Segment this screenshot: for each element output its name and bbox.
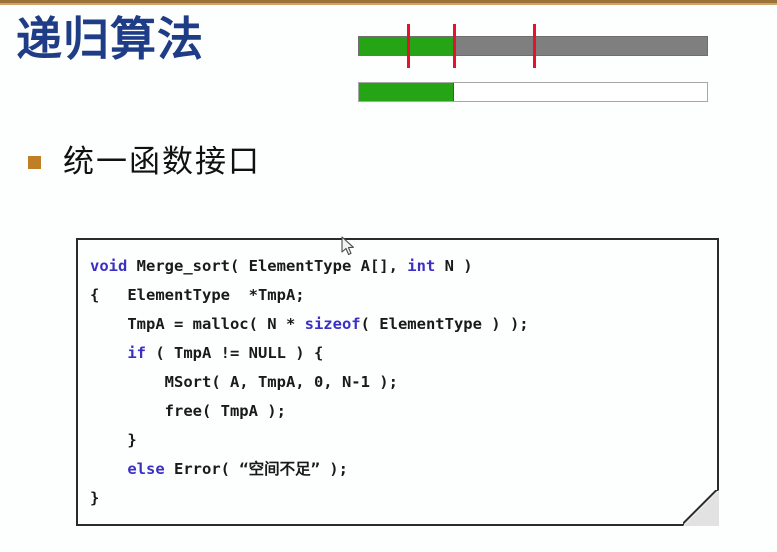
- code-keyword: void: [90, 257, 128, 275]
- page-fold-corner-icon: [683, 490, 719, 526]
- bullet-heading-label: 统一函数接口: [63, 144, 261, 180]
- tick-mark-3: [533, 24, 536, 68]
- code-block: void Merge_sort( ElementType A[], int N …: [90, 252, 529, 513]
- code-panel-border-right: [717, 238, 719, 491]
- progress-bar-graphic: [358, 24, 708, 104]
- code-line: if ( TmpA != NULL ) {: [90, 339, 529, 368]
- code-text-run: MSort( A, TmpA, 0, N-1 );: [164, 373, 398, 391]
- top-decorative-rule: [0, 0, 777, 6]
- code-line: void Merge_sort( ElementType A[], int N …: [90, 252, 529, 281]
- code-panel-border-left: [76, 238, 78, 526]
- tick-mark-1: [407, 24, 410, 68]
- code-keyword: else: [127, 460, 165, 478]
- code-text-run: { ElementType *TmpA;: [90, 286, 305, 304]
- code-text-run: Error( “空间不足” );: [164, 460, 348, 478]
- code-text-run: ( ElementType ) );: [360, 315, 529, 333]
- code-line: MSort( A, TmpA, 0, N-1 );: [90, 368, 529, 397]
- code-panel-border-top: [76, 238, 719, 240]
- slide-title: 递归算法: [16, 12, 204, 66]
- code-keyword: sizeof: [304, 315, 361, 333]
- code-text-run: Merge_sort( ElementType A[],: [127, 257, 408, 275]
- code-line: { ElementType *TmpA;: [90, 281, 529, 310]
- bullet-square-icon: [28, 155, 41, 169]
- progress-bar-bottom-fill: [359, 83, 454, 101]
- code-text-run: N ): [435, 257, 473, 275]
- code-line: TmpA = malloc( N * sizeof( ElementType )…: [90, 310, 529, 339]
- code-line: }: [90, 426, 529, 455]
- top-rule-light-band: [0, 3, 777, 5]
- progress-bar-bottom: [358, 82, 708, 102]
- code-text-run: TmpA = malloc( N *: [127, 315, 305, 333]
- code-panel: void Merge_sort( ElementType A[], int N …: [76, 238, 719, 526]
- code-line: else Error( “空间不足” );: [90, 455, 529, 484]
- tick-mark-2: [452, 24, 456, 68]
- bullet-heading: 统一函数接口: [28, 142, 261, 182]
- code-keyword: if: [127, 344, 146, 362]
- code-line: free( TmpA );: [90, 397, 529, 426]
- code-line: }: [90, 484, 529, 513]
- code-text-run: }: [90, 489, 100, 507]
- code-text-run: free( TmpA );: [164, 402, 286, 420]
- code-text-run: }: [127, 431, 137, 449]
- code-text-run: ( TmpA != NULL ) {: [146, 344, 324, 362]
- code-panel-border-bottom: [76, 524, 684, 526]
- code-keyword: int: [407, 257, 436, 275]
